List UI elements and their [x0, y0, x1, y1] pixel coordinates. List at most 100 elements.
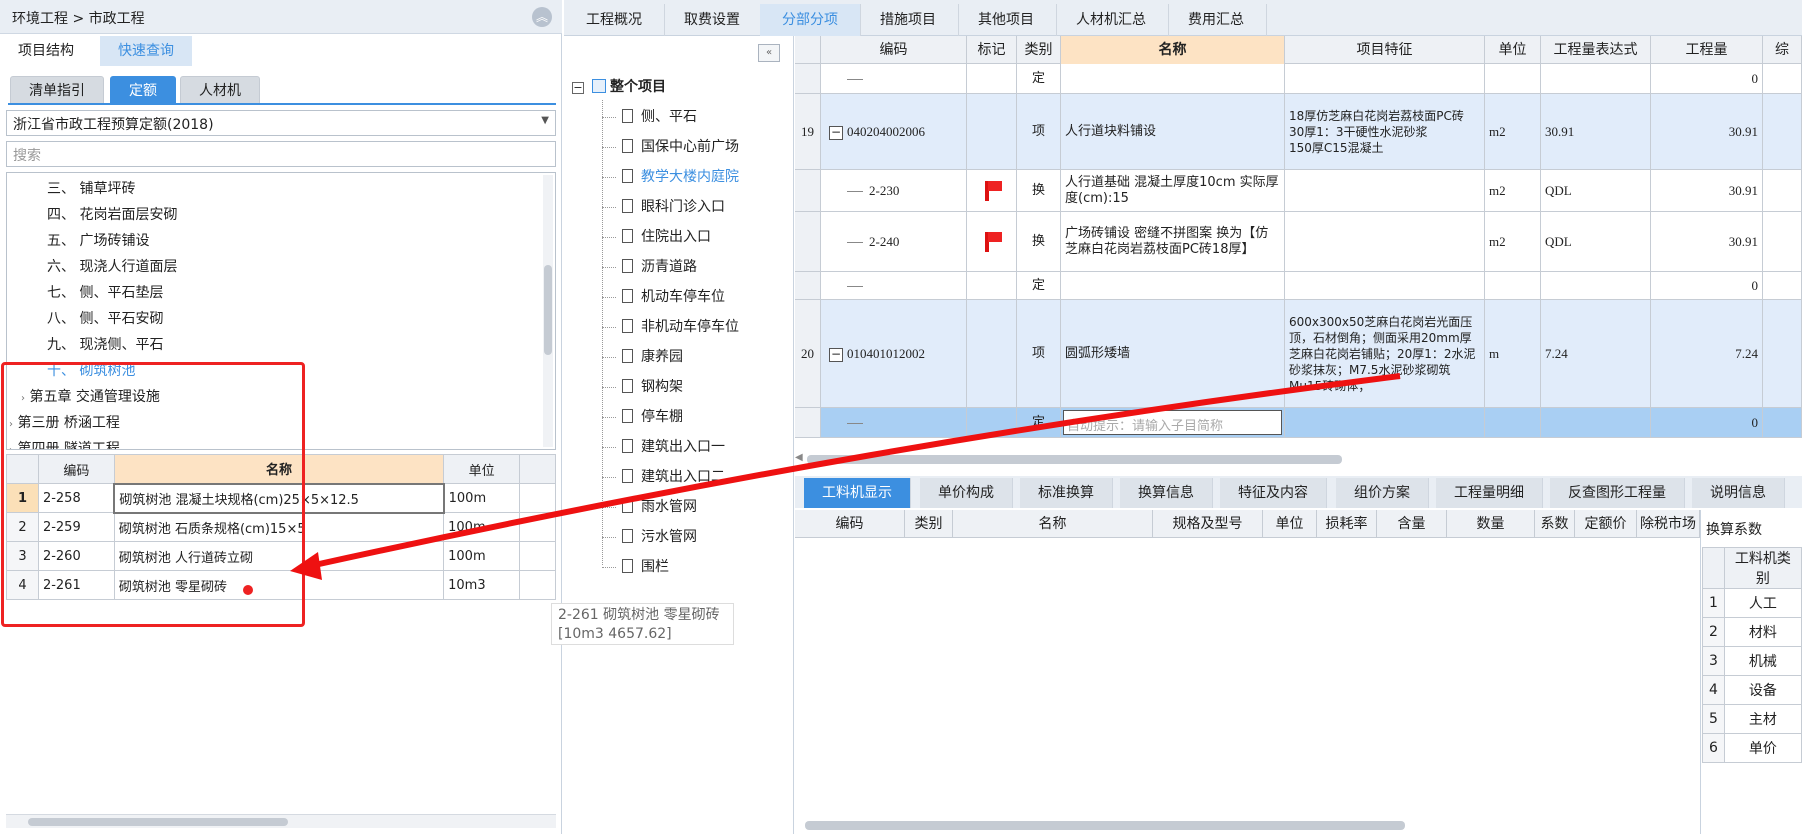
grid-cell-mark[interactable]	[967, 64, 1017, 93]
grid-cell-comp[interactable]	[1763, 212, 1802, 271]
grid-cell-expr[interactable]: QDL	[1541, 170, 1651, 211]
grid-cell-expr[interactable]	[1541, 408, 1651, 437]
grid-row[interactable]: 2-240 换 广场砖铺设 密缝不拼图案 换为【仿芝麻白花岗岩荔枝面PC砖18厚】 m…	[795, 212, 1802, 272]
grid-cell-mark[interactable]	[967, 212, 1017, 271]
bcol-spec[interactable]: 规格及型号	[1153, 510, 1263, 538]
col-unit[interactable]: 单位	[443, 454, 521, 484]
tab-fee-settings[interactable]: 取费设置	[662, 4, 763, 36]
tab-material-display[interactable]: 工料机显示	[804, 478, 911, 508]
tree-item[interactable]: 九、 现浇侧、平石	[47, 333, 163, 357]
grid-cell-expr[interactable]: QDL	[1541, 212, 1651, 271]
grid-col-mark[interactable]: 标记	[967, 36, 1017, 64]
conv-col-category[interactable]: 工料机类别	[1723, 547, 1802, 589]
table-row[interactable]: 5 主材	[1702, 704, 1802, 734]
grid-cell-code[interactable]: −010401012002	[821, 300, 967, 407]
grid-hscrollbar[interactable]: ◀	[795, 452, 1802, 466]
project-tree-item[interactable]: 建筑出入口二	[602, 464, 725, 490]
bottom-hscroll-thumb[interactable]	[805, 821, 1405, 830]
grid-cell-name[interactable]: 自动提示：请输入子目简称	[1061, 408, 1285, 437]
grid-cell-expr[interactable]: 7.24	[1541, 300, 1651, 407]
grid-cell-mark[interactable]	[967, 272, 1017, 299]
grid-cell-name[interactable]: 广场砖铺设 密缝不拼图案 换为【仿芝麻白花岗岩荔枝面PC砖18厚】	[1061, 212, 1285, 271]
grid-cell-code[interactable]: 2-240	[821, 212, 967, 271]
name-input[interactable]: 自动提示：请输入子目简称	[1063, 410, 1282, 435]
tree-item[interactable]: 五、 广场砖铺设	[47, 229, 149, 253]
left-hscrollbar[interactable]	[6, 814, 556, 828]
grid-cell-name[interactable]: 圆弧形矮墙	[1061, 300, 1285, 407]
grid-cell-qty[interactable]: 0	[1651, 408, 1763, 437]
bcol-type[interactable]: 类别	[905, 510, 953, 538]
grid-row[interactable]: 定 自动提示：请输入子目简称 0	[795, 408, 1802, 438]
grid-cell-qty[interactable]: 30.91	[1651, 94, 1763, 169]
project-tree-item[interactable]: 眼科门诊入口	[602, 194, 725, 220]
grid-col-unit[interactable]: 单位	[1485, 36, 1541, 64]
grid-cell-qty[interactable]: 30.91	[1651, 212, 1763, 271]
grid-cell-mark[interactable]	[967, 170, 1017, 211]
grid-cell-code[interactable]: −040204002006	[821, 94, 967, 169]
grid-col-feature[interactable]: 项目特征	[1285, 36, 1485, 64]
tab-std-conversion[interactable]: 标准换算	[1020, 478, 1113, 508]
sub-tab-list-guide[interactable]: 清单指引	[10, 76, 104, 104]
table-row[interactable]: 4 设备	[1702, 675, 1802, 705]
grid-row[interactable]: 20−010401012002 项圆弧形矮墙 600x300x50芝麻白花岗岩光面压…	[795, 300, 1802, 408]
grid-cell-code[interactable]	[821, 408, 967, 437]
grid-cell-type[interactable]: 定	[1017, 408, 1061, 437]
bcol-quantity[interactable]: 数量	[1447, 510, 1535, 538]
grid-cell-comp[interactable]	[1763, 94, 1802, 169]
grid-cell-feature[interactable]	[1285, 408, 1485, 437]
project-tree-item[interactable]: 围栏	[602, 554, 669, 580]
grid-cell-comp[interactable]	[1763, 408, 1802, 437]
grid-cell-feature[interactable]	[1285, 272, 1485, 299]
grid-cell-mark[interactable]	[967, 300, 1017, 407]
tree-item[interactable]: 八、 侧、平石安砌	[47, 307, 163, 331]
project-tree-item[interactable]: 非机动车停车位	[602, 314, 739, 340]
grid-cell-unit[interactable]: m2	[1485, 212, 1541, 271]
tree-item[interactable]: 三、 铺草坪砖	[47, 177, 135, 201]
bcol-code[interactable]: 编码	[795, 510, 905, 538]
grid-cell-qty[interactable]: 0	[1651, 64, 1763, 93]
grid-cell-feature[interactable]	[1285, 212, 1485, 271]
grid-cell-unit[interactable]	[1485, 272, 1541, 299]
sub-tab-labor-material[interactable]: 人材机	[180, 76, 260, 104]
grid-cell-type[interactable]: 定	[1017, 64, 1061, 93]
project-tree-item[interactable]: 建筑出入口一	[602, 434, 725, 460]
grid-col-name[interactable]: 名称	[1061, 36, 1285, 64]
grid-cell-unit[interactable]	[1485, 64, 1541, 93]
grid-cell-unit[interactable]: m	[1485, 300, 1541, 407]
grid-cell-unit[interactable]: m2	[1485, 94, 1541, 169]
tab-pricing-plan[interactable]: 组价方案	[1336, 478, 1429, 508]
search-input[interactable]: 搜索	[6, 141, 556, 167]
tab-labor-summary[interactable]: 人材机汇总	[1054, 4, 1169, 36]
table-row[interactable]: 6 单价	[1702, 733, 1802, 763]
quota-select[interactable]: 浙江省市政工程预算定额(2018) ▼	[6, 110, 556, 136]
tree-scrollbar[interactable]	[543, 175, 553, 447]
project-tree-item[interactable]: 污水管网	[602, 524, 697, 550]
grid-row[interactable]: 19−040204002006 项人行道块料铺设 18厚仿芝麻白花岗岩荔枝面PC砖 …	[795, 94, 1802, 170]
sub-tab-quota[interactable]: 定额	[110, 76, 176, 104]
tab-quick-query[interactable]: 快速查询	[100, 36, 192, 66]
tab-measures[interactable]: 措施项目	[858, 4, 959, 36]
tree-root[interactable]: − 整个项目	[572, 76, 666, 96]
bcol-quota-price[interactable]: 定额价	[1575, 510, 1637, 538]
grid-cell-expr[interactable]	[1541, 272, 1651, 299]
tab-qty-detail[interactable]: 工程量明细	[1436, 478, 1543, 508]
grid-cell-expr[interactable]	[1541, 64, 1651, 93]
tab-reverse-lookup[interactable]: 反查图形工程量	[1550, 478, 1685, 508]
grid-cell-qty[interactable]: 7.24	[1651, 300, 1763, 407]
project-tree-item[interactable]: 雨水管网	[602, 494, 697, 520]
grid-col-comp[interactable]: 综	[1763, 36, 1802, 64]
grid-cell-feature[interactable]	[1285, 64, 1485, 93]
left-hscroll-thumb[interactable]	[28, 818, 288, 826]
tab-project-structure[interactable]: 项目结构	[0, 36, 92, 66]
bottom-hscrollbar[interactable]	[795, 818, 1700, 832]
grid-cell-comp[interactable]	[1763, 300, 1802, 407]
grid-cell-feature[interactable]	[1285, 170, 1485, 211]
tree-collapse-icon[interactable]: −	[572, 82, 584, 94]
project-tree-item[interactable]: 国保中心前广场	[602, 134, 739, 160]
tab-unit-price[interactable]: 单价构成	[920, 478, 1013, 508]
tree-collapse-icon[interactable]: −	[829, 347, 843, 362]
project-tree-item[interactable]: 沥青道路	[602, 254, 697, 280]
grid-row[interactable]: 2-230 换 人行道基础 混凝土厚度10cm 实际厚度(cm):15 m2 QDL 30…	[795, 170, 1802, 212]
grid-cell-name[interactable]: 人行道块料铺设	[1061, 94, 1285, 169]
grid-cell-name[interactable]	[1061, 272, 1285, 299]
